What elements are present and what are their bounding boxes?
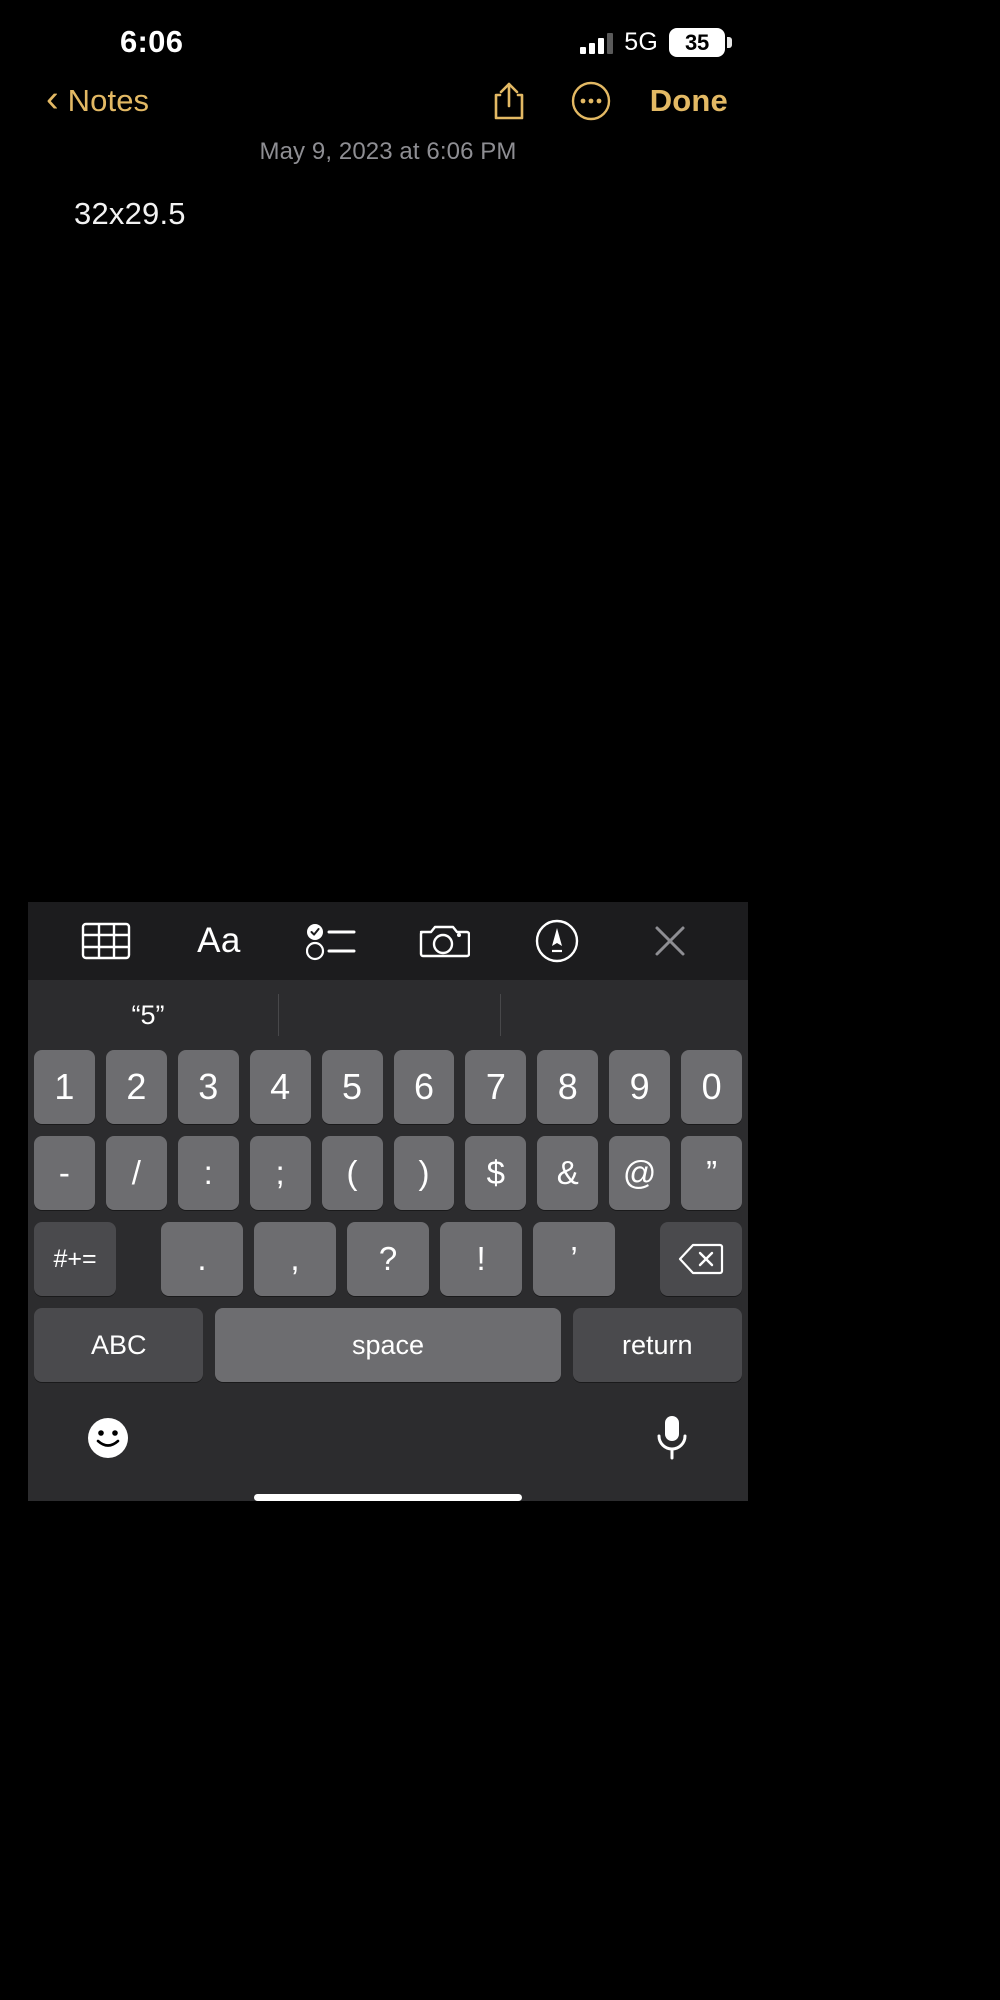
key-backspace[interactable] (660, 1222, 743, 1296)
checklist-icon (305, 924, 356, 961)
key-quote[interactable]: ” (681, 1136, 743, 1210)
note-content-area[interactable]: May 9, 2023 at 6:06 PM 32x29.5 (28, 132, 748, 902)
status-bar: 6:06 5G 35 (28, 8, 748, 70)
key-period[interactable]: . (160, 1222, 243, 1296)
done-button[interactable]: Done (650, 83, 728, 119)
key-0[interactable]: 0 (681, 1050, 743, 1124)
checklist-button[interactable] (301, 910, 363, 972)
key-3[interactable]: 3 (177, 1050, 239, 1124)
microphone-icon (657, 1415, 687, 1459)
table-button[interactable] (75, 910, 137, 972)
key-return[interactable]: return (572, 1308, 743, 1382)
battery-icon: 35 (669, 28, 732, 57)
status-bar-time: 6:06 (120, 24, 184, 59)
key-apostrophe[interactable]: ’ (533, 1222, 616, 1296)
keyboard-row-bottom: ABC space return (28, 1308, 748, 1392)
backspace-icon (678, 1243, 724, 1275)
note-date-label: May 9, 2023 at 6:06 PM (259, 138, 517, 165)
home-indicator (254, 1494, 522, 1501)
note-body-text[interactable]: 32x29.5 (28, 166, 748, 232)
key-6[interactable]: 6 (393, 1050, 455, 1124)
share-button[interactable] (486, 78, 532, 124)
suggestion-divider (278, 994, 279, 1036)
key-paren-close[interactable]: ) (393, 1136, 455, 1210)
numeric-keyboard: “5” 1 2 3 4 5 6 7 8 9 0 - / : ; ( ) $ & (28, 980, 748, 1501)
key-9[interactable]: 9 (609, 1050, 671, 1124)
key-8[interactable]: 8 (537, 1050, 599, 1124)
note-format-toolbar: Aa (28, 902, 748, 980)
iphone-screen: 6:06 5G 35 ‹ Notes Done May 9, 2023 at 6… (28, 8, 748, 1556)
key-dollar[interactable]: $ (465, 1136, 527, 1210)
close-icon (655, 926, 685, 956)
dictation-button[interactable] (654, 1414, 690, 1467)
close-keyboard-button[interactable] (639, 910, 701, 972)
key-at[interactable]: @ (609, 1136, 671, 1210)
row-spacer-left (127, 1222, 150, 1296)
chevron-left-icon: ‹ (46, 78, 59, 120)
status-bar-indicators: 5G 35 (580, 28, 732, 57)
camera-icon (420, 925, 471, 958)
key-comma[interactable]: , (253, 1222, 336, 1296)
text-format-icon: Aa (197, 921, 241, 960)
key-1[interactable]: 1 (33, 1050, 95, 1124)
key-hyphen[interactable]: - (33, 1136, 95, 1210)
key-7[interactable]: 7 (465, 1050, 527, 1124)
markup-pen-icon (535, 919, 579, 963)
key-5[interactable]: 5 (321, 1050, 383, 1124)
back-button-label: Notes (67, 83, 150, 118)
share-icon (494, 82, 523, 120)
row-spacer-right (626, 1222, 649, 1296)
keyboard-row-symbols: - / : ; ( ) $ & @ ” (28, 1136, 748, 1222)
text-format-button[interactable]: Aa (188, 910, 250, 972)
keyboard-row-punctuation: #+= . , ? ! ’ (28, 1222, 748, 1308)
key-ampersand[interactable]: & (537, 1136, 599, 1210)
key-semicolon[interactable]: ; (249, 1136, 311, 1210)
keyboard-bottom-bar (28, 1392, 748, 1488)
markup-button[interactable] (526, 910, 588, 972)
predictive-text-bar: “5” (28, 980, 748, 1050)
network-type-label: 5G (624, 28, 658, 56)
key-colon[interactable]: : (177, 1136, 239, 1210)
emoji-smiley-icon (88, 1417, 128, 1458)
key-abc-switch[interactable]: ABC (34, 1308, 204, 1382)
battery-level-label: 35 (684, 29, 710, 55)
key-question[interactable]: ? (347, 1222, 430, 1296)
key-4[interactable]: 4 (249, 1050, 311, 1124)
key-paren-open[interactable]: ( (321, 1136, 383, 1210)
emoji-button[interactable] (86, 1416, 130, 1465)
back-to-notes-button[interactable]: ‹ Notes (46, 70, 149, 132)
battery-cap (727, 37, 732, 48)
more-ellipsis-icon (571, 81, 610, 121)
key-symbol-switch[interactable]: #+= (33, 1222, 116, 1296)
navigation-actions: Done (486, 70, 728, 132)
navigation-bar: ‹ Notes Done (28, 70, 748, 132)
more-options-button[interactable] (568, 78, 614, 124)
key-space[interactable]: space (215, 1308, 561, 1382)
suggestion-1[interactable]: “5” (28, 1000, 268, 1031)
cellular-signal-icon (580, 32, 614, 54)
table-icon (82, 922, 131, 960)
key-2[interactable]: 2 (105, 1050, 167, 1124)
keyboard-row-numbers: 1 2 3 4 5 6 7 8 9 0 (28, 1050, 748, 1136)
camera-button[interactable] (413, 910, 475, 972)
key-exclamation[interactable]: ! (440, 1222, 523, 1296)
key-slash[interactable]: / (105, 1136, 167, 1210)
suggestion-divider (500, 994, 501, 1036)
